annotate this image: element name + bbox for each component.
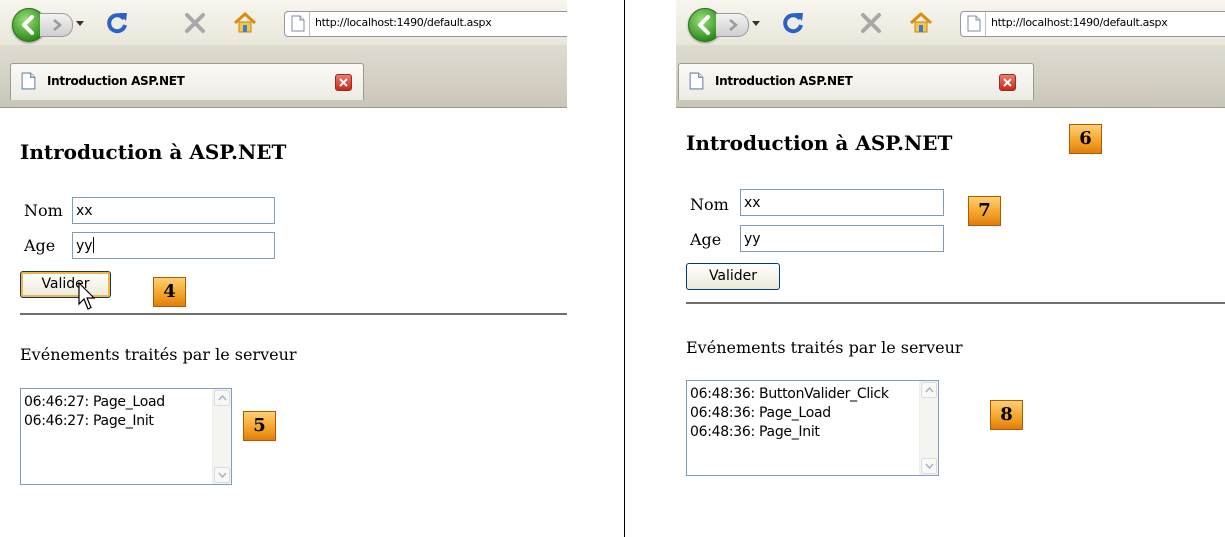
age-value: yy — [76, 238, 93, 254]
tab-title: Introduction ASP.NET — [47, 74, 185, 88]
page-title: Introduction à ASP.NET — [20, 140, 287, 164]
screenshot-before-postback: http://localhost:1490/default.aspx Intro… — [0, 0, 567, 537]
nom-label: Nom — [24, 201, 63, 220]
tab-title: Introduction ASP.NET — [715, 74, 853, 88]
events-list: 06:46:27: Page_Load 06:46:27: Page_Init — [24, 393, 165, 431]
callout-7: 7 — [968, 196, 1001, 226]
scroll-down-button[interactable] — [214, 467, 230, 483]
age-input[interactable]: yy — [740, 225, 944, 252]
tab-close-button[interactable] — [335, 74, 352, 91]
scroll-down-icon — [218, 472, 227, 478]
page-icon — [967, 15, 981, 32]
forward-button[interactable] — [716, 13, 749, 37]
url-text[interactable]: http://localhost:1490/default.aspx — [991, 16, 1168, 29]
separator — [686, 302, 1225, 304]
events-list: 06:48:36: ButtonValider_Click 06:48:36: … — [690, 385, 889, 442]
list-item[interactable]: 06:46:27: Page_Load — [24, 393, 165, 412]
scroll-up-button[interactable] — [921, 382, 937, 398]
age-label: Age — [24, 236, 56, 255]
callout-8: 8 — [990, 400, 1023, 430]
page-icon — [689, 72, 704, 90]
page-title: Introduction à ASP.NET — [686, 131, 953, 155]
browser-toolbar: http://localhost:1490/default.aspx — [676, 0, 1225, 46]
address-bar[interactable]: http://localhost:1490/default.aspx — [960, 11, 1225, 37]
nom-label: Nom — [690, 195, 729, 214]
page-icon — [291, 15, 305, 32]
tab-close-button[interactable] — [999, 74, 1016, 91]
back-icon — [22, 15, 34, 35]
forward-icon — [53, 19, 62, 31]
mouse-pointer-icon — [78, 282, 96, 310]
age-label: Age — [690, 230, 722, 249]
tab-introduction[interactable]: Introduction ASP.NET — [678, 63, 1034, 100]
close-icon — [339, 78, 348, 87]
stop-icon[interactable] — [858, 10, 884, 36]
close-icon — [1003, 78, 1012, 87]
callout-6: 6 — [1069, 124, 1102, 154]
screenshot-after-postback: http://localhost:1490/default.aspx Intro… — [676, 0, 1225, 537]
address-separator — [985, 12, 986, 36]
home-icon[interactable] — [908, 10, 934, 36]
dropdown-icon[interactable] — [75, 17, 85, 29]
scroll-down-icon — [925, 463, 934, 469]
browser-toolbar: http://localhost:1490/default.aspx — [0, 0, 567, 46]
separator — [20, 313, 567, 315]
stop-icon[interactable] — [182, 10, 208, 36]
page-icon — [21, 72, 36, 90]
forward-icon — [729, 19, 738, 31]
tab-strip: Introduction ASP.NET — [676, 45, 1225, 108]
reload-icon[interactable] — [104, 10, 130, 36]
forward-button[interactable] — [40, 13, 73, 37]
vertical-scrollbar[interactable] — [919, 381, 938, 475]
events-listbox[interactable]: 06:48:36: ButtonValider_Click 06:48:36: … — [686, 380, 939, 476]
events-label: Evénements traités par le serveur — [686, 338, 963, 357]
reload-icon[interactable] — [780, 10, 806, 36]
scroll-up-button[interactable] — [214, 390, 230, 406]
list-item[interactable]: 06:48:36: Page_Load — [690, 404, 889, 423]
url-text[interactable]: http://localhost:1490/default.aspx — [315, 16, 492, 29]
address-bar[interactable]: http://localhost:1490/default.aspx — [284, 11, 567, 37]
valider-button[interactable]: Valider — [686, 263, 780, 290]
back-icon — [698, 15, 710, 35]
age-input[interactable]: yy — [72, 232, 275, 259]
scroll-up-icon — [925, 387, 934, 393]
address-separator — [309, 12, 310, 36]
events-label: Evénements traités par le serveur — [20, 345, 297, 364]
scroll-down-button[interactable] — [921, 458, 937, 474]
text-caret — [92, 237, 94, 253]
home-icon[interactable] — [232, 10, 258, 36]
list-item[interactable]: 06:48:36: Page_Init — [690, 423, 889, 442]
tab-introduction[interactable]: Introduction ASP.NET — [10, 63, 364, 100]
events-listbox[interactable]: 06:46:27: Page_Load 06:46:27: Page_Init — [20, 388, 232, 485]
callout-4: 4 — [153, 277, 186, 307]
nom-input[interactable]: xx — [72, 197, 275, 224]
list-item[interactable]: 06:46:27: Page_Init — [24, 412, 165, 431]
vertical-scrollbar[interactable] — [212, 389, 231, 484]
dropdown-icon[interactable] — [751, 17, 761, 29]
scroll-up-icon — [218, 395, 227, 401]
callout-5: 5 — [243, 411, 276, 441]
list-item[interactable]: 06:48:36: ButtonValider_Click — [690, 385, 889, 404]
nom-input[interactable]: xx — [740, 189, 944, 216]
tab-strip: Introduction ASP.NET — [0, 45, 567, 108]
vertical-divider — [624, 0, 625, 537]
